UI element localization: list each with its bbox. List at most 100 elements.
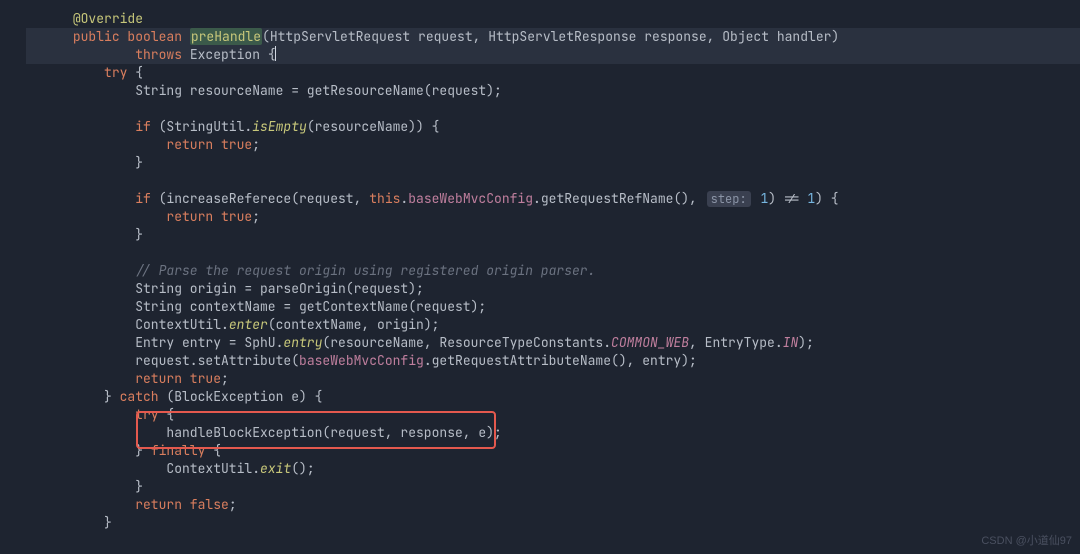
code-token [26,262,135,279]
code-token: { [166,406,174,423]
code-line[interactable]: handleBlockException(request, response, … [26,424,1080,442]
code-line[interactable]: throws Exception { [26,46,1080,64]
code-token: return false [135,496,229,513]
code-line[interactable] [26,100,1080,118]
code-token: .getRequestRefName(), [533,190,705,207]
code-token [26,118,135,135]
code-token: (StringUtil. [159,118,253,135]
code-token: } [26,154,143,171]
code-token: String origin = parseOrigin(request); [26,280,424,297]
code-token: } [26,442,151,459]
code-line[interactable] [26,172,1080,190]
code-token [26,136,166,153]
code-token: } [26,226,143,243]
code-token: (contextName, origin); [268,316,440,333]
code-token [26,64,104,81]
code-line[interactable]: } finally { [26,442,1080,460]
text-cursor [275,46,276,61]
code-token [26,208,166,225]
code-token: request.setAttribute( [26,352,299,369]
code-token: ContextUtil. [26,316,229,333]
code-line[interactable]: } catch (BlockException e) { [26,388,1080,406]
code-token: .getRequestAttributeName(), entry); [424,352,697,369]
code-token [26,28,73,45]
code-area[interactable]: @Override public boolean preHandle(HttpS… [26,0,1080,554]
code-token: ) != [768,190,807,207]
code-token: finally [151,442,213,459]
code-line[interactable]: // Parse the request origin using regist… [26,262,1080,280]
code-token: return true [166,208,252,225]
code-line[interactable]: try { [26,64,1080,82]
code-token: boolean [127,28,189,45]
code-token: Exception { [190,46,276,63]
inlay-hint: step: [707,191,751,207]
code-line[interactable]: request.setAttribute(baseWebMvcConfig.ge… [26,352,1080,370]
code-line[interactable]: ContextUtil.enter(contextName, origin); [26,316,1080,334]
code-token: (resourceName)) { [307,118,440,135]
code-token: 1 [807,190,815,207]
code-token: ) { [815,190,838,207]
code-token: (HttpServletRequest request, HttpServlet… [262,28,839,45]
code-line[interactable]: } [26,226,1080,244]
code-line[interactable]: public boolean preHandle(HttpServletRequ… [26,28,1080,46]
code-token [26,10,73,27]
code-line[interactable] [26,244,1080,262]
code-line[interactable]: String contextName = getContextName(requ… [26,298,1080,316]
code-line[interactable]: String resourceName = getResourceName(re… [26,82,1080,100]
code-line[interactable]: return false; [26,496,1080,514]
code-token: if [135,118,158,135]
code-token: if [135,190,158,207]
code-token: , EntryType. [689,334,783,351]
code-token [26,406,135,423]
code-line[interactable]: return true; [26,370,1080,388]
code-line[interactable]: try { [26,406,1080,424]
code-token: (resourceName, ResourceTypeConstants. [322,334,611,351]
code-token [26,496,135,513]
code-token: entry [283,334,322,351]
code-token: baseWebMvcConfig [408,190,533,207]
code-line[interactable]: } [26,514,1080,532]
code-token: exit [260,460,291,477]
code-token: String contextName = getContextName(requ… [26,298,486,315]
watermark-text: CSDN @小道仙97 [981,532,1072,548]
code-token: catch [120,388,167,405]
code-line[interactable]: if (increaseReferece(request, this.baseW… [26,190,1080,208]
code-token: enter [229,316,268,333]
code-token: ; [221,370,229,387]
code-token: ; [252,208,260,225]
code-token: return true [166,136,252,153]
code-token: } [26,514,112,531]
code-line[interactable]: ContextUtil.exit(); [26,460,1080,478]
code-token [26,370,135,387]
code-token: throws [135,46,190,63]
code-token: (increaseReferece(request, [159,190,370,207]
code-editor[interactable]: @Override public boolean preHandle(HttpS… [0,0,1080,554]
code-token: (); [291,460,314,477]
code-token: String resourceName = getResourceName(re… [26,82,502,99]
code-token: Entry entry = SphU. [26,334,283,351]
code-token: baseWebMvcConfig [299,352,424,369]
code-token: return true [135,370,221,387]
code-token: } [26,388,120,405]
code-token: // Parse the request origin using regist… [135,262,595,279]
code-token: preHandle [190,28,262,45]
code-token [26,190,135,207]
code-line[interactable]: String origin = parseOrigin(request); [26,280,1080,298]
code-token: try [135,406,166,423]
code-line[interactable]: Entry entry = SphU.entry(resourceName, R… [26,334,1080,352]
code-token: ContextUtil. [26,460,260,477]
code-token: { [213,442,221,459]
code-token: ; [229,496,237,513]
code-line[interactable]: } [26,154,1080,172]
code-token: handleBlockException(request, response, … [26,424,502,441]
code-line[interactable]: @Override [26,10,1080,28]
code-token: ; [252,136,260,153]
code-line[interactable]: return true; [26,208,1080,226]
code-line[interactable]: return true; [26,136,1080,154]
code-token: @Override [73,10,143,27]
code-line[interactable]: } [26,478,1080,496]
code-line[interactable]: if (StringUtil.isEmpty(resourceName)) { [26,118,1080,136]
code-token: COMMON_WEB [611,334,689,351]
code-token: { [135,64,143,81]
code-token: ); [798,334,814,351]
